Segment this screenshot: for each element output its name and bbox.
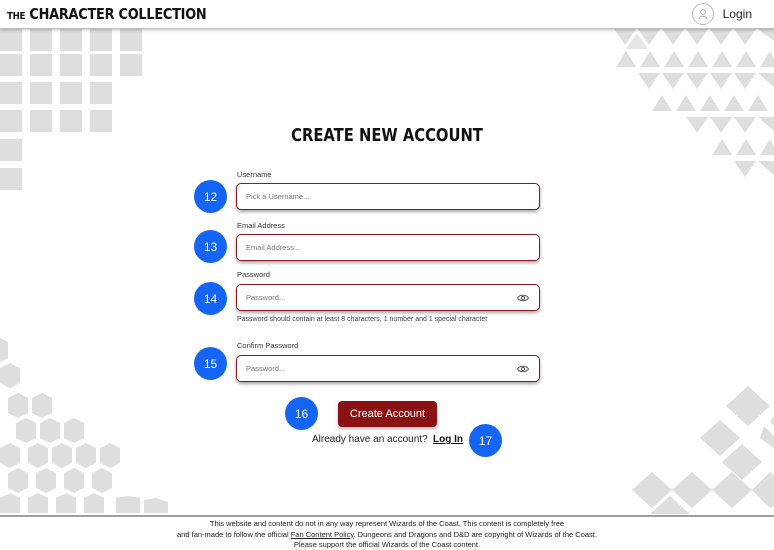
login-area[interactable]: Login — [691, 3, 752, 25]
page-title: CREATE NEW ACCOUNT — [291, 125, 483, 146]
footer-line-2-suffix: . Dungeons and Dragons and D&D are copyr… — [353, 529, 597, 539]
confirm-password-input[interactable] — [246, 356, 506, 381]
step-badge-12: 12 — [194, 180, 227, 213]
brand-prefix: THE — [7, 11, 26, 22]
username-label: Username — [237, 170, 272, 179]
footer-disclaimer: This website and content do not in any w… — [0, 515, 774, 550]
footer-line-1: This website and content do not in any w… — [209, 519, 565, 528]
password-field[interactable] — [236, 284, 540, 311]
eye-icon[interactable] — [517, 365, 529, 373]
brand-logo[interactable]: THE CHARACTER COLLECTION — [7, 5, 207, 23]
password-input[interactable] — [246, 285, 506, 310]
footer-line-3: Please support the official Wizards of t… — [293, 540, 481, 549]
confirm-password-field[interactable] — [236, 355, 540, 382]
user-icon[interactable] — [691, 3, 714, 25]
username-field[interactable] — [236, 183, 540, 210]
diamond-pattern-decoration — [632, 386, 774, 514]
hexagon-pattern-decoration — [0, 338, 168, 513]
footer-line-2: and fan-made to follow the official Fan … — [0, 530, 774, 541]
step-badge-14: 14 — [194, 282, 227, 315]
email-input[interactable] — [246, 235, 506, 260]
already-have-account-text: Already have an account? — [312, 434, 428, 445]
eye-icon[interactable] — [517, 294, 529, 302]
step-badge-15: 15 — [194, 347, 227, 380]
email-label: Email Address — [237, 221, 285, 230]
top-navbar: THE CHARACTER COLLECTION Login — [0, 0, 774, 29]
login-link[interactable]: Login — [723, 7, 752, 21]
password-hint: Password should contain at least 8 chara… — [237, 316, 488, 323]
password-label: Password — [237, 270, 270, 279]
footer-line-2-prefix: and fan-made to follow the official — [177, 529, 291, 539]
username-input[interactable] — [246, 184, 506, 209]
brand-name: CHARACTER COLLECTION — [29, 5, 207, 23]
confirm-password-label: Confirm Password — [237, 341, 299, 350]
email-field[interactable] — [236, 234, 540, 261]
step-badge-13: 13 — [194, 230, 227, 263]
triangle-pattern-decoration — [614, 29, 774, 177]
fan-content-policy-link[interactable]: Fan Content Policy — [291, 530, 354, 539]
log-in-link[interactable]: Log In — [433, 434, 463, 445]
step-badge-17: 17 — [469, 424, 502, 457]
step-badge-16: 16 — [285, 397, 318, 430]
create-account-button[interactable]: Create Account — [338, 401, 437, 427]
